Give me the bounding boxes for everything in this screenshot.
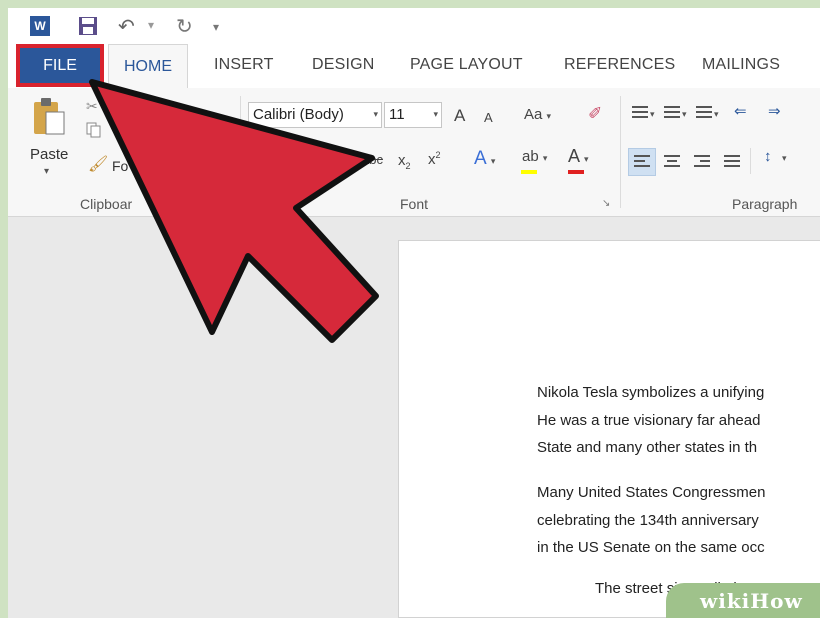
clear-formatting-icon[interactable]: ✐	[588, 104, 602, 124]
save-icon[interactable]	[78, 16, 98, 36]
ribbon-tabs: FILE HOME INSERT DESIGN PAGE LAYOUT REFE…	[8, 44, 820, 89]
strikethrough-button[interactable]: abc	[362, 152, 383, 167]
tab-page-layout[interactable]: PAGE LAYOUT	[410, 56, 523, 74]
shrink-font-button[interactable]: A	[484, 110, 493, 125]
tab-mailings[interactable]: MAILINGS	[702, 56, 780, 74]
group-divider	[620, 96, 621, 208]
grow-font-button[interactable]: A	[454, 106, 465, 126]
multilevel-list-icon[interactable]	[696, 106, 712, 118]
font-color-swatch	[568, 170, 584, 174]
format-painter-icon[interactable]: 🖌	[88, 154, 108, 174]
redo-icon[interactable]: ↻	[176, 14, 193, 39]
ribbon: Paste ▾ ✂ 🖌 Fo Clipboar Calibri (Body) ▾ …	[8, 88, 820, 217]
bullets-icon[interactable]	[632, 106, 648, 118]
align-left-icon[interactable]	[634, 155, 650, 167]
undo-icon[interactable]: ↶	[118, 14, 135, 39]
line-spacing-dropdown-icon[interactable]: ▾	[782, 148, 787, 165]
tab-insert[interactable]: INSERT	[214, 56, 274, 74]
numbering-icon[interactable]	[664, 106, 680, 118]
increase-indent-icon[interactable]: ⇒	[768, 102, 781, 120]
font-size-select[interactable]: 11 ▾	[384, 102, 442, 128]
paste-icon[interactable]	[32, 96, 66, 136]
paragraph-group-label: Paragraph	[732, 196, 798, 212]
change-case-button[interactable]: Aa ▾	[524, 106, 551, 123]
paste-label[interactable]: Paste	[30, 146, 68, 163]
text-effects-button[interactable]: A ▾	[474, 148, 495, 170]
subscript-button[interactable]: x2	[398, 152, 411, 171]
customize-toolbar-icon[interactable]: ▾	[213, 20, 219, 34]
cut-icon[interactable]: ✂	[86, 98, 98, 115]
bullets-dropdown-icon[interactable]: ▾	[650, 104, 655, 121]
document-page[interactable]: Nikola Tesla symbolizes a unifying He wa…	[398, 240, 820, 618]
quick-access-toolbar: W ↶ ▾ ↻ ▾	[8, 8, 820, 44]
word-app-icon: W	[30, 16, 50, 36]
wikihow-watermark: wikiHow	[666, 583, 820, 618]
decrease-indent-icon[interactable]: ⇐	[734, 102, 747, 120]
tab-references[interactable]: REFERENCES	[564, 56, 675, 74]
clipboard-group-label: Clipboar	[80, 196, 133, 212]
copy-icon[interactable]	[86, 122, 102, 138]
tab-home[interactable]: HOME	[108, 44, 188, 89]
highlight-color-button[interactable]: ab ▾	[522, 148, 547, 165]
document-paragraph: Nikola Tesla symbolizes a unifying He wa…	[537, 384, 765, 456]
justify-icon[interactable]	[724, 155, 740, 167]
font-name-select[interactable]: Calibri (Body) ▾	[248, 102, 382, 128]
format-painter-label[interactable]: Fo	[112, 158, 128, 174]
font-group-label: Font	[400, 196, 429, 212]
align-right-icon[interactable]	[694, 155, 710, 167]
superscript-button[interactable]: x2	[428, 150, 441, 168]
paste-dropdown-icon[interactable]: ▾	[44, 166, 49, 177]
multilevel-list-dropdown-icon[interactable]: ▾	[714, 104, 719, 121]
tab-file[interactable]: FILE	[16, 44, 104, 87]
numbering-dropdown-icon[interactable]: ▾	[682, 104, 687, 121]
undo-dropdown-icon[interactable]: ▾	[148, 18, 154, 32]
tab-design[interactable]: DESIGN	[312, 56, 375, 74]
font-color-button[interactable]: A ▾	[568, 146, 589, 167]
document-paragraph: Many United States Congressmen celebrati…	[537, 484, 766, 556]
line-spacing-icon[interactable]: ↕	[764, 148, 772, 165]
group-divider	[750, 148, 751, 174]
font-dialog-launcher-icon[interactable]: ↘	[602, 198, 610, 209]
group-divider	[240, 96, 241, 208]
align-center-icon[interactable]	[664, 155, 680, 167]
highlight-color-swatch	[521, 170, 537, 174]
